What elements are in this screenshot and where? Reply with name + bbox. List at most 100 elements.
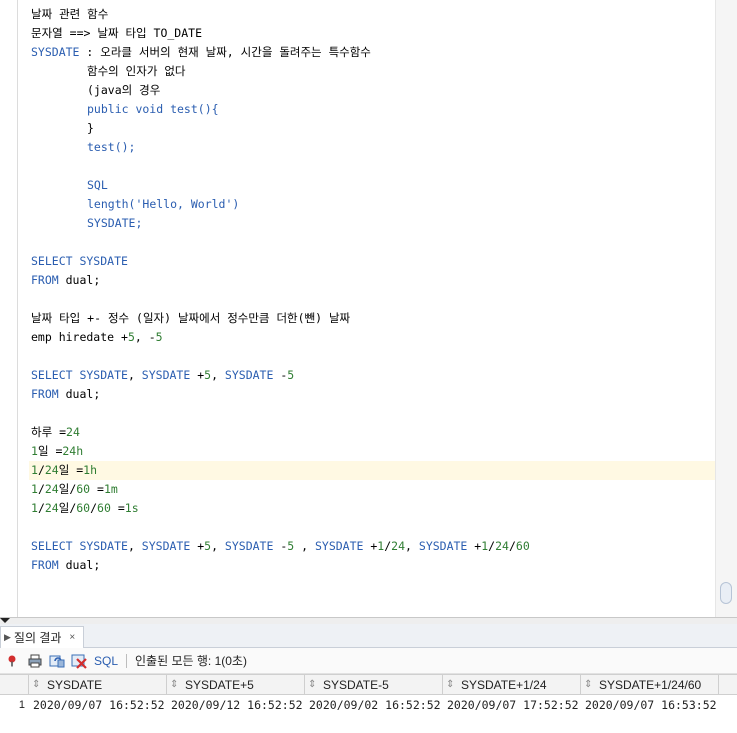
result-grid[interactable]: ⇕ SYSDATE ⇕ SYSDATE+5 ⇕ SYSDATE-5 ⇕ SYSDATE+1/2…	[0, 674, 737, 733]
code-line[interactable]: SQL	[31, 176, 715, 195]
code-token: emp hiredate +	[31, 330, 128, 344]
code-line[interactable]: 함수의 인자가 없다	[31, 62, 715, 81]
sort-icon[interactable]: ⇕	[170, 679, 182, 690]
code-line[interactable]: emp hiredate +5, -5	[31, 328, 715, 347]
code-line[interactable]: SYSDATE : 오라클 서버의 현재 날짜, 시간을 돌려주는 특수함수	[31, 43, 715, 62]
code-token: 24	[495, 539, 509, 553]
refresh-icon[interactable]	[48, 652, 66, 670]
code-line[interactable]	[31, 290, 715, 309]
sort-icon[interactable]: ⇕	[446, 679, 458, 690]
code-line[interactable]: SELECT SYSDATE	[31, 252, 715, 271]
sort-icon[interactable]: ⇕	[584, 679, 596, 690]
code-token: 일/	[58, 482, 77, 496]
code-line[interactable]: 하루 =24	[31, 423, 715, 442]
code-token: 1m	[103, 482, 118, 496]
code-token: 일 =	[37, 444, 63, 458]
code-line[interactable]: SYSDATE;	[31, 214, 715, 233]
code-token: /	[37, 463, 45, 477]
code-token: 일/	[58, 501, 77, 515]
code-token: SELECT SYSDATE	[31, 539, 128, 553]
tab-query-result[interactable]: ▶ 질의 결과 ×	[0, 626, 85, 648]
code-token: length(	[87, 197, 136, 211]
code-line[interactable]: public void test(){	[31, 100, 715, 119]
code-line[interactable]	[31, 347, 715, 366]
table-cell[interactable]: 2020/09/07 17:52:52	[443, 695, 581, 715]
code-token: 1	[31, 463, 38, 477]
table-row[interactable]: 1 2020/09/07 16:52:52 2020/09/12 16:52:52 2…	[0, 695, 737, 715]
tab-label: 질의 결과	[13, 631, 62, 645]
pin-icon[interactable]	[4, 652, 22, 670]
code-token: 날짜 타입 +- 정수 (일자) 날짜에서 정수만큼 더한(뺀) 날짜	[31, 311, 351, 325]
sort-icon[interactable]: ⇕	[308, 679, 320, 690]
code-token: test();	[87, 140, 136, 154]
column-header[interactable]: ⇕ SYSDATE	[29, 675, 167, 694]
collapse-arrow-icon[interactable]	[0, 618, 10, 623]
code-token: -	[273, 539, 288, 553]
code-line[interactable]: 1일 =24h	[31, 442, 715, 461]
code-token: 5	[127, 330, 135, 344]
column-header[interactable]: ⇕ SYSDATE+1/24	[443, 675, 581, 694]
tab-pin-icon: ▶	[4, 632, 11, 642]
code-token: /	[508, 539, 516, 553]
table-cell[interactable]: 2020/09/07 16:53:52	[581, 695, 719, 715]
table-cell[interactable]: 2020/09/12 16:52:52	[167, 695, 305, 715]
sort-icon[interactable]: ⇕	[32, 679, 44, 690]
code-token: 1s	[124, 501, 139, 515]
code-token: 1	[31, 501, 38, 515]
code-line[interactable]: FROM dual;	[31, 385, 715, 404]
code-area[interactable]: 날짜 관련 함수문자열 ==> 날짜 타입 TO_DATE SYSDATE : 오…	[29, 5, 715, 575]
code-token: 24	[44, 501, 59, 515]
column-header-label: SYSDATE-5	[323, 677, 389, 692]
code-token: SYSDATE	[224, 539, 274, 553]
editor-vertical-scrollbar[interactable]	[715, 0, 737, 617]
code-line[interactable]: FROM dual;	[31, 271, 715, 290]
code-line[interactable]: 날짜 타입 +- 정수 (일자) 날짜에서 정수만큼 더한(뺀) 날짜	[31, 309, 715, 328]
panel-splitter[interactable]	[0, 617, 737, 624]
code-line[interactable]	[31, 157, 715, 176]
column-header[interactable]: ⇕ SYSDATE+1/24/60	[581, 675, 719, 694]
code-line[interactable]: 1/24일/60/60 =1s	[31, 499, 715, 518]
table-cell[interactable]: 2020/09/02 16:52:52	[305, 695, 443, 715]
column-header[interactable]: ⇕ SYSDATE-5	[305, 675, 443, 694]
fetch-status-text: 인출된 모든 행: 1(0초)	[135, 654, 247, 668]
table-cell[interactable]: 2020/09/07 16:52:52	[29, 695, 167, 715]
code-line[interactable]: }	[31, 119, 715, 138]
code-line[interactable]: SELECT SYSDATE, SYSDATE +5, SYSDATE -5	[31, 366, 715, 385]
sql-button[interactable]: SQL	[94, 654, 118, 668]
scrollbar-thumb[interactable]	[720, 582, 732, 604]
code-token: 'Hello, World'	[135, 197, 233, 211]
code-line[interactable]: 1/24일/60 =1m	[31, 480, 715, 499]
code-line[interactable]: length('Hello, World')	[31, 195, 715, 214]
code-token: public void test(){	[87, 102, 219, 116]
code-line[interactable]	[31, 233, 715, 252]
code-token: 24	[66, 425, 80, 439]
code-token: FROM	[31, 273, 59, 287]
code-line[interactable]: 날짜 관련 함수	[31, 5, 715, 24]
code-token: =	[90, 482, 104, 496]
code-token: , -	[134, 330, 156, 344]
code-line[interactable]	[31, 404, 715, 423]
print-icon[interactable]	[26, 652, 44, 670]
code-token: FROM	[31, 558, 59, 572]
column-header-label: SYSDATE	[47, 677, 103, 692]
code-line[interactable]	[31, 518, 715, 537]
close-icon[interactable]: ×	[69, 632, 75, 643]
code-line[interactable]: 문자열 ==> 날짜 타입 TO_DATE	[31, 24, 715, 43]
sql-worksheet-editor[interactable]: 날짜 관련 함수문자열 ==> 날짜 타입 TO_DATE SYSDATE : 오…	[0, 0, 737, 617]
code-line[interactable]: test();	[31, 138, 715, 157]
code-token: 일 =	[58, 463, 84, 477]
code-line[interactable]: 1/24일 =1h	[29, 461, 715, 480]
code-token: FROM	[31, 387, 59, 401]
code-token: 문자열 ==> 날짜 타입 TO_DATE	[31, 26, 202, 40]
code-line[interactable]: FROM dual;	[31, 556, 715, 575]
code-line[interactable]: SELECT SYSDATE, SYSDATE +5, SYSDATE -5 ,…	[31, 537, 715, 556]
code-token: 1	[31, 444, 38, 458]
code-token: ,	[211, 539, 225, 553]
column-header-label: SYSDATE+5	[185, 677, 254, 692]
code-line[interactable]: (java의 경우	[31, 81, 715, 100]
code-token: SELECT SYSDATE	[31, 254, 128, 268]
column-header-label: SYSDATE+1/24	[461, 677, 547, 692]
column-header[interactable]: ⇕ SYSDATE+5	[167, 675, 305, 694]
cancel-query-icon[interactable]	[70, 652, 88, 670]
code-token: 1h	[83, 463, 98, 477]
